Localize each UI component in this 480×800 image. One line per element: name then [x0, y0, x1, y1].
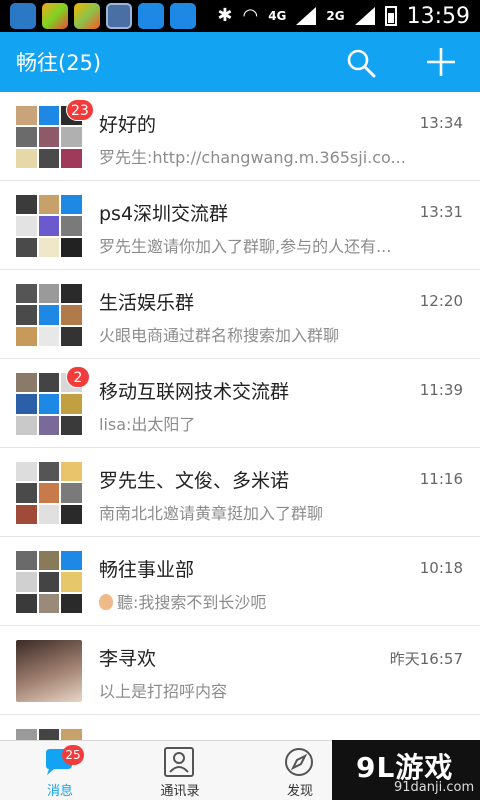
chat-time: 10:18	[419, 559, 463, 577]
group-avatar	[16, 462, 82, 524]
chat-time: 昨天16:57	[389, 650, 463, 668]
group-avatar	[16, 195, 82, 257]
chat-name: 好好的	[99, 114, 157, 136]
tab-contacts[interactable]: 通讯录	[120, 741, 240, 800]
network-type-2: 2G	[326, 9, 345, 23]
watermark-logo: 9L游戏 91danji.com	[332, 740, 480, 800]
chat-preview: 南南北北邀请黄章挺加入了群聊	[99, 504, 324, 523]
status-bar: ✱ ◠ 4G 2G 13:59	[0, 0, 480, 32]
watermark-url: 91danji.com	[394, 780, 475, 795]
app-notification-icon	[74, 3, 100, 29]
chat-preview: lisa:出太阳了	[99, 415, 196, 434]
messages-badge: 25	[62, 745, 84, 765]
group-avatar	[16, 284, 82, 346]
chat-row[interactable]: 2 移动互联网技术交流群 lisa:出太阳了 11:39	[0, 359, 480, 448]
notification-icons	[10, 3, 196, 29]
chat-preview: 罗先生邀请你加入了群聊,参与的人还有...	[99, 237, 392, 256]
unread-badge: 2	[66, 366, 90, 388]
chat-time: 12:20	[419, 292, 463, 310]
chat-preview: 罗先生:http://changwang.m.365sji.co...	[99, 148, 406, 167]
bluetooth-icon: ✱	[217, 5, 233, 26]
chat-preview: 火眼电商通过群名称搜索加入群聊	[99, 326, 340, 345]
changwang-notification-icon	[138, 3, 164, 29]
app-notification-icon	[42, 3, 68, 29]
contacts-icon	[164, 747, 194, 777]
chat-time: 13:34	[419, 114, 463, 132]
app-notification-icon	[10, 3, 36, 29]
signal-icon	[296, 7, 317, 25]
chat-name: 移动互联网技术交流群	[99, 381, 290, 403]
page-title: 畅往(25)	[16, 51, 102, 75]
chat-row-partial[interactable]	[0, 715, 480, 740]
ear-emoji-icon	[99, 594, 113, 610]
chat-row[interactable]: 李寻欢 以上是打招呼内容 昨天16:57	[0, 626, 480, 715]
tab-label: 通讯录	[160, 784, 200, 799]
signal-icon-2	[354, 7, 375, 25]
compass-icon	[285, 748, 313, 776]
chat-name: 罗先生、文俊、多米诺	[99, 470, 290, 492]
tab-messages[interactable]: 25 消息	[0, 741, 120, 800]
chat-preview: 聽:我搜索不到长沙呃	[99, 589, 421, 613]
changwang-notification-icon	[170, 3, 196, 29]
chat-name: 畅往事业部	[99, 559, 195, 581]
chat-preview: 以上是打招呼内容	[99, 682, 228, 701]
chat-row[interactable]: 生活娱乐群 火眼电商通过群名称搜索加入群聊 12:20	[0, 270, 480, 359]
chat-row[interactable]: 23 好好的 罗先生:http://changwang.m.365sji.co.…	[0, 92, 480, 181]
wifi-icon: ◠	[242, 5, 259, 26]
unread-badge: 23	[66, 99, 94, 121]
chat-list[interactable]: 23 好好的 罗先生:http://changwang.m.365sji.co.…	[0, 92, 480, 740]
search-icon[interactable]	[346, 48, 376, 78]
app-header: 畅往(25)	[0, 32, 480, 92]
chat-name: ps4深圳交流群	[99, 203, 229, 225]
chat-time: 11:16	[419, 470, 463, 488]
group-avatar	[16, 729, 82, 740]
battery-icon	[384, 6, 397, 26]
phone-notification-icon	[106, 3, 132, 29]
group-avatar	[16, 551, 82, 613]
chat-time: 13:31	[419, 203, 463, 221]
chat-name: 李寻欢	[99, 648, 157, 670]
add-icon[interactable]	[425, 46, 457, 78]
chat-name: 生活娱乐群	[99, 292, 195, 314]
tab-label: 消息	[46, 784, 73, 799]
chat-time: 11:39	[419, 381, 463, 399]
chat-row[interactable]: 畅往事业部 聽:我搜索不到长沙呃 10:18	[0, 537, 480, 626]
chat-row[interactable]: 罗先生、文俊、多米诺 南南北北邀请黄章挺加入了群聊 11:16	[0, 448, 480, 537]
status-time: 13:59	[406, 3, 470, 29]
chat-row[interactable]: ps4深圳交流群 罗先生邀请你加入了群聊,参与的人还有... 13:31	[0, 181, 480, 270]
network-type: 4G	[268, 9, 287, 23]
user-avatar	[16, 640, 82, 702]
